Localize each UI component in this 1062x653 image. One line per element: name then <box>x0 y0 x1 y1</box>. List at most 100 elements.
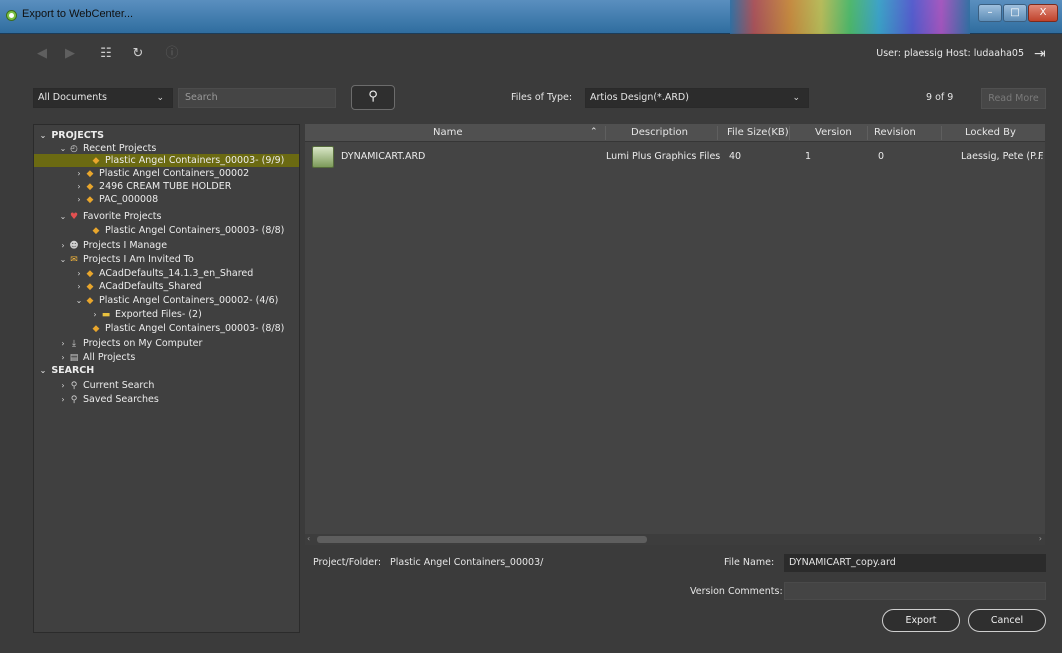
scope-select[interactable]: All Documents ⌄ <box>33 88 173 108</box>
chevron-right-icon: › <box>61 353 65 362</box>
ard-file-icon <box>312 146 334 168</box>
user-icon: ☻ <box>69 241 79 251</box>
refresh-icon[interactable]: ↻ <box>128 44 148 64</box>
column-header-version[interactable]: Version <box>815 127 852 138</box>
chevron-down-icon: ⌄ <box>39 366 47 375</box>
tree-item-all-projects[interactable]: › ▤ All Projects <box>58 351 135 364</box>
tree-item-projects-i-manage[interactable]: › ☻ Projects I Manage <box>58 239 167 252</box>
cancel-button[interactable]: Cancel <box>968 609 1046 632</box>
logout-icon[interactable]: ⇥ <box>1034 46 1052 62</box>
truncated-cell: F <box>1038 151 1044 162</box>
project-icon: ◆ <box>92 324 100 334</box>
project-folder-label: Project/Folder: <box>313 557 382 568</box>
file-name-label: File Name: <box>724 557 775 568</box>
version-cell: 1 <box>805 151 812 162</box>
heart-icon: ♥ <box>69 212 79 222</box>
file-list-header: Name ⌃ Description File Size(KB) Version… <box>305 124 1045 142</box>
files-of-type-value: Artios Design(*.ARD) <box>590 92 689 103</box>
toolbar: ◀ ▶ ☷ ↻ ⓘ User: plaessig Host: ludaaha05… <box>0 34 1062 78</box>
column-header-file-size[interactable]: File Size(KB) <box>727 127 789 138</box>
chevron-right-icon: › <box>93 310 97 319</box>
column-header-revision[interactable]: Revision <box>874 127 916 138</box>
user-host-info: User: plaessig Host: ludaaha05 <box>876 48 1024 59</box>
chevron-right-icon: › <box>61 241 65 250</box>
tree-item-recent-2[interactable]: › ◆ 2496 CREAM TUBE HOLDER <box>74 180 231 193</box>
tree-item-invited-4[interactable]: ◆ Plastic Angel Containers_00003- (8/8) <box>90 322 285 335</box>
scroll-right-icon[interactable]: › <box>1039 534 1042 543</box>
tree-item-favorite-0[interactable]: ◆ Plastic Angel Containers_00003- (8/8) <box>90 224 285 237</box>
read-more-button[interactable]: Read More <box>981 88 1046 109</box>
chevron-right-icon: › <box>61 395 65 404</box>
scroll-left-icon[interactable]: ‹ <box>307 534 310 543</box>
tree-item-recent-1[interactable]: › ◆ Plastic Angel Containers_00002 <box>74 167 249 180</box>
project-icon: ◆ <box>92 226 100 236</box>
export-button[interactable]: Export <box>882 609 960 632</box>
tree-item-invited-0[interactable]: › ◆ ACadDefaults_14.1.3_en_Shared <box>74 267 253 280</box>
search-icon: ⚲ <box>70 381 78 391</box>
tree-item-invited-1[interactable]: › ◆ ACadDefaults_Shared <box>74 280 201 293</box>
chevron-down-icon: ⌄ <box>75 296 83 305</box>
scope-select-value: All Documents <box>38 92 107 103</box>
info-icon[interactable]: ⓘ <box>162 44 182 64</box>
chevron-right-icon: › <box>61 381 65 390</box>
column-header-description[interactable]: Description <box>631 127 688 138</box>
version-comments-field[interactable] <box>784 582 1046 600</box>
title-bar-decoration <box>730 0 970 34</box>
chevron-right-icon: › <box>61 339 65 348</box>
folder-icon: ▬ <box>101 310 111 320</box>
tree-item-projects-on-computer[interactable]: › ⤓ Projects on My Computer <box>58 337 202 350</box>
tree-item-invited-2[interactable]: ⌄ ◆ Plastic Angel Containers_00002- (4/6) <box>74 294 279 307</box>
tree-item-projects-invited[interactable]: ⌄ ✉ Projects I Am Invited To <box>58 253 194 266</box>
title-bar: Export to WebCenter... – □ X <box>0 0 1062 34</box>
tree-item-recent-0[interactable]: ◆ Plastic Angel Containers_00003- (9/9) <box>34 154 299 167</box>
tree-item-exported-files[interactable]: › ▬ Exported Files- (2) <box>90 308 201 321</box>
sort-ascending-icon[interactable]: ⌃ <box>590 127 598 137</box>
files-of-type-select[interactable]: Artios Design(*.ARD) ⌄ <box>585 88 809 108</box>
chevron-down-icon: ⌄ <box>156 93 164 103</box>
chevron-down-icon: ⌄ <box>59 212 67 221</box>
chevron-right-icon: › <box>77 182 81 191</box>
tree-view-icon[interactable]: ☷ <box>96 44 116 64</box>
table-row[interactable]: DYNAMICART.ARD Lumi Plus Graphics Files … <box>305 144 1045 170</box>
project-icon: ◆ <box>86 195 94 205</box>
locked-by-cell: Laessig, Pete (P... <box>961 151 1044 162</box>
tree-section-search[interactable]: ⌄ SEARCH <box>38 364 95 377</box>
project-icon: ◆ <box>86 282 94 292</box>
column-separator <box>867 126 868 140</box>
column-separator <box>605 126 606 140</box>
search-button[interactable]: ⚲ <box>351 85 395 110</box>
chevron-right-icon: › <box>77 195 81 204</box>
file-name-cell: DYNAMICART.ARD <box>341 151 426 162</box>
tree-item-saved-searches[interactable]: › ⚲ Saved Searches <box>58 393 158 406</box>
forward-arrow-icon[interactable]: ▶ <box>60 44 80 64</box>
tree-item-current-search[interactable]: › ⚲ Current Search <box>58 379 154 392</box>
version-comments-label: Version Comments: <box>690 586 783 597</box>
file-name-field[interactable]: DYNAMICART_copy.ard <box>784 554 1046 572</box>
tree-section-projects[interactable]: ⌄ PROJECTS <box>38 129 104 142</box>
envelope-icon: ✉ <box>70 255 78 265</box>
chevron-right-icon: › <box>77 282 81 291</box>
column-header-name[interactable]: Name <box>433 127 463 138</box>
files-of-type-label: Files of Type: <box>511 92 573 103</box>
tree-item-recent-3[interactable]: › ◆ PAC_000008 <box>74 193 158 206</box>
horizontal-scrollbar[interactable]: ‹ › <box>305 534 1045 545</box>
minimize-button[interactable]: – <box>978 4 1002 22</box>
file-size-cell: 40 <box>729 151 742 162</box>
file-list: Name ⌃ Description File Size(KB) Version… <box>305 124 1045 545</box>
window-title: Export to WebCenter... <box>22 8 134 20</box>
webcenter-app-icon <box>6 10 17 21</box>
scrollbar-thumb[interactable] <box>317 536 647 543</box>
tree-item-favorite-projects[interactable]: ⌄ ♥ Favorite Projects <box>58 210 162 223</box>
back-arrow-icon[interactable]: ◀ <box>32 44 52 64</box>
column-header-locked-by[interactable]: Locked By <box>965 127 1016 138</box>
close-button[interactable]: X <box>1028 4 1058 22</box>
column-separator <box>941 126 942 140</box>
chevron-down-icon: ⌄ <box>59 255 67 264</box>
chevron-right-icon: › <box>77 269 81 278</box>
project-folder-value: Plastic Angel Containers_00003/ <box>390 557 544 568</box>
project-icon: ◆ <box>86 296 94 306</box>
search-input[interactable]: Search <box>178 88 336 108</box>
result-count: 9 of 9 <box>926 92 954 103</box>
revision-cell: 0 <box>878 151 885 162</box>
maximize-button[interactable]: □ <box>1003 4 1027 22</box>
